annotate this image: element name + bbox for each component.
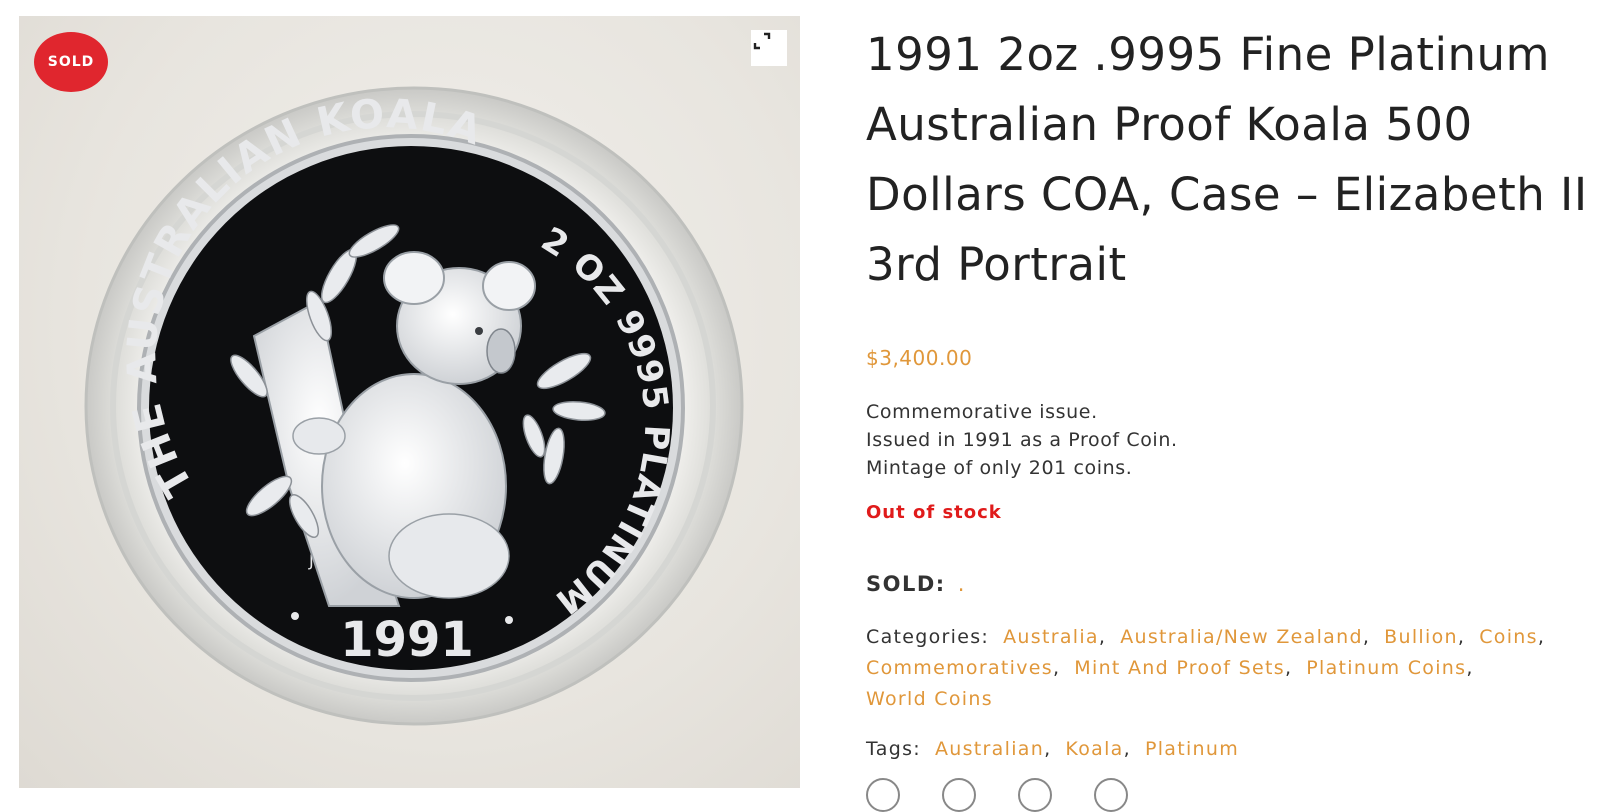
category-link[interactable]: Mint And Proof Sets (1074, 657, 1285, 679)
product-price: $3,400.00 (866, 346, 973, 370)
category-link[interactable]: Commemoratives (866, 657, 1053, 679)
description-line: Mintage of only 201 coins. (866, 457, 1133, 479)
product-summary: 1991 2oz .9995 Fine Platinum Australian … (866, 20, 1596, 300)
category-link[interactable]: Bullion (1384, 626, 1458, 648)
categories-label: Categories: (866, 626, 990, 648)
category-link[interactable]: Australia (1003, 626, 1099, 648)
description-line: Commemorative issue. (866, 401, 1098, 423)
zoom-button[interactable] (751, 30, 787, 66)
coin-image: THE AUSTRALIAN KOALA 2 OZ 9995 PLATINUM … (84, 86, 744, 726)
product-title: 1991 2oz .9995 Fine Platinum Australian … (866, 20, 1596, 300)
product-title-line: Dollars COA, Case – Elizabeth II (866, 168, 1588, 221)
category-link[interactable]: World Coins (866, 688, 993, 710)
tags-label: Tags: (866, 738, 921, 760)
share-icon[interactable] (866, 778, 900, 812)
category-link[interactable]: Coins (1479, 626, 1538, 648)
stock-status: Out of stock (866, 502, 1002, 523)
tag-link[interactable]: Koala (1065, 738, 1123, 760)
product-title-line: Australian Proof Koala 500 (866, 98, 1473, 151)
category-link[interactable]: Platinum Coins (1306, 657, 1466, 679)
share-icon[interactable] (942, 778, 976, 812)
expand-icon (753, 32, 771, 50)
tag-link[interactable]: Platinum (1145, 738, 1239, 760)
product-tags: Tags: Australian, Koala, Platinum (866, 738, 1240, 760)
product-title-line: 1991 2oz .9995 Fine Platinum (866, 28, 1550, 81)
product-image-gallery[interactable]: THE AUSTRALIAN KOALA 2 OZ 9995 PLATINUM … (19, 16, 800, 788)
sold-label: SOLD: (866, 572, 946, 596)
sold-field: SOLD:. (866, 572, 966, 596)
coin-year: 1991 (340, 612, 474, 668)
description-line: Issued in 1991 as a Proof Coin. (866, 429, 1178, 451)
share-icons (866, 778, 1128, 812)
category-link[interactable]: Australia/New Zealand (1120, 626, 1363, 648)
sold-badge: SOLD (34, 32, 108, 92)
tag-link[interactable]: Australian (935, 738, 1044, 760)
share-icon[interactable] (1018, 778, 1052, 812)
product-categories: Categories: Australia, Australia/New Zeala… (866, 626, 1546, 710)
share-icon[interactable] (1094, 778, 1128, 812)
product-title-line: 3rd Portrait (866, 238, 1127, 291)
product-short-description: Commemorative issue. Issued in 1991 as a… (866, 398, 1178, 482)
sold-value: . (957, 572, 966, 596)
